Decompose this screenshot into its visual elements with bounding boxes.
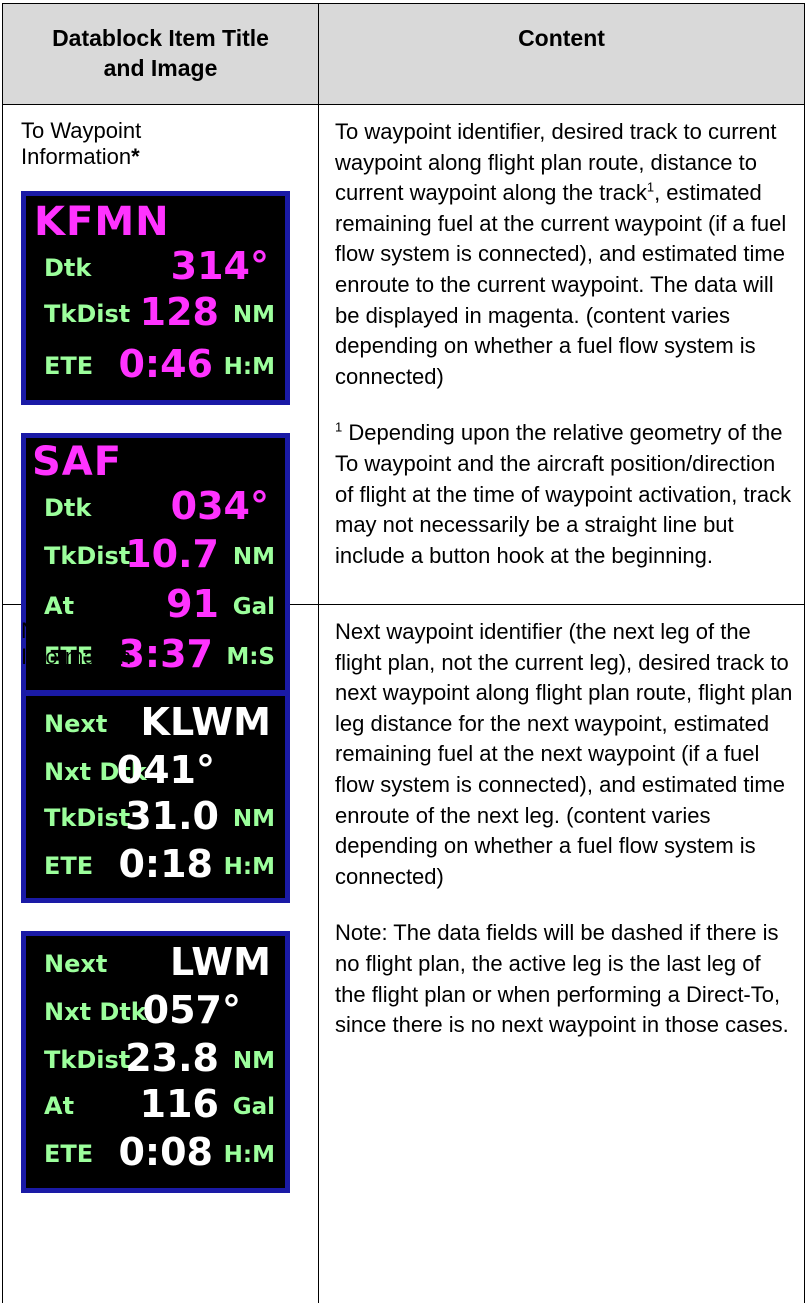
ete-row: ETE 0:46 H:M: [36, 344, 275, 384]
dist-value: 31.0: [125, 794, 219, 838]
dist-unit: NM: [232, 544, 275, 570]
next-row: Next LWM: [36, 942, 275, 982]
dist-value: 23.8: [125, 1036, 219, 1080]
dtk-row: Dtk 034°: [36, 486, 275, 526]
to-waypoint-datablock-1: KFMN Dtk 314° TkDist 128 NM ETE 0:46 H:M: [21, 191, 290, 405]
dist-label: TkDist: [44, 1046, 131, 1074]
next-waypoint-datablock-2: Next LWM Nxt Dtk 057° TkDist 23.8 NM At …: [21, 931, 290, 1193]
header-title-column: Datablock Item Title and Image: [3, 23, 318, 83]
table-border-right: [804, 3, 805, 1303]
waypoint-ident: KFMN: [34, 199, 170, 245]
dist-unit: NM: [232, 302, 275, 328]
ete-unit: H:M: [223, 354, 275, 380]
row2-content: Next waypoint identifier (the next leg o…: [335, 617, 795, 1041]
dtk-row: Dtk 314°: [36, 246, 275, 286]
header-content-column: Content: [518, 25, 605, 51]
dtk-value: 314°: [170, 244, 269, 288]
dist-unit: NM: [232, 806, 275, 832]
header-col1-line1: Datablock Item Title: [52, 25, 269, 51]
dtk-label: Nxt Dtk: [44, 998, 147, 1026]
dist-value: 10.7: [125, 532, 219, 576]
ete-unit: M:S: [226, 644, 275, 670]
row1-footnote: 1 Depending upon the relative geometry o…: [335, 420, 792, 568]
next-waypoint-datablock-1: Next KLWM Nxt Dtk 041° TkDist 31.0 NM ET…: [21, 691, 290, 903]
ete-unit: H:M: [223, 1142, 275, 1168]
dist-row: TkDist 128 NM: [36, 292, 275, 332]
row2-title: Next Waypoint Information: [21, 618, 163, 670]
dtk-value: 057°: [142, 988, 241, 1032]
row1-title-line2: Information*: [21, 144, 140, 169]
fuel-label: At: [44, 1092, 75, 1120]
row1-title: To Waypoint Information*: [21, 118, 141, 170]
row1-description: To waypoint identifier, desired track to…: [335, 119, 787, 389]
row2-note: Note: The data fields will be dashed if …: [335, 920, 789, 1038]
ete-label: ETE: [44, 852, 94, 880]
dtk-value: 041°: [116, 748, 215, 792]
row1-content: To waypoint identifier, desired track to…: [335, 117, 795, 571]
ete-row: ETE 0:18 H:M: [36, 844, 275, 884]
fuel-row: At 116 Gal: [36, 1084, 275, 1124]
fuel-value: 91: [166, 582, 219, 626]
dist-unit: NM: [232, 1048, 275, 1074]
dist-label: TkDist: [44, 804, 131, 832]
dist-row: TkDist 10.7 NM: [36, 534, 275, 574]
dist-label: TkDist: [44, 300, 131, 328]
row2-title-line2: Information: [21, 644, 132, 669]
next-label: Next: [44, 710, 108, 738]
next-label: Next: [44, 950, 108, 978]
footnote-ref: 1: [646, 179, 655, 195]
asterisk-mark: *: [131, 144, 140, 169]
datablock-table: Datablock Item Title and Image Content T…: [2, 3, 805, 1303]
dist-value: 128: [139, 290, 219, 334]
dtk-row: Nxt Dtk 057°: [36, 990, 275, 1030]
row2-description: Next waypoint identifier (the next leg o…: [335, 619, 793, 889]
ete-unit: H:M: [223, 854, 275, 880]
ete-label: ETE: [44, 1140, 94, 1168]
dist-row: TkDist 31.0 NM: [36, 796, 275, 836]
dtk-row: Nxt Dtk 041°: [36, 750, 275, 790]
dist-row: TkDist 23.8 NM: [36, 1038, 275, 1078]
next-ident: KLWM: [140, 700, 271, 744]
ete-value: 0:18: [118, 842, 213, 886]
fuel-unit: Gal: [232, 594, 275, 620]
header-divider: [2, 104, 805, 105]
table-border-left: [2, 3, 3, 1303]
dtk-label: Dtk: [44, 254, 92, 282]
ete-row: ETE 0:08 H:M: [36, 1132, 275, 1172]
table-border-top: [2, 3, 805, 4]
fuel-value: 116: [139, 1082, 219, 1126]
fuel-label: At: [44, 592, 75, 620]
header-col1-line2: and Image: [103, 55, 218, 81]
next-ident: LWM: [170, 940, 271, 984]
row2-title-line1: Next Waypoint: [21, 618, 164, 643]
next-row: Next KLWM: [36, 702, 275, 742]
column-divider: [318, 3, 319, 1303]
row1-title-line1: To Waypoint: [21, 118, 142, 143]
dtk-label: Dtk: [44, 494, 92, 522]
fuel-unit: Gal: [232, 1094, 275, 1120]
ete-value: 0:08: [118, 1130, 213, 1174]
waypoint-ident: SAF: [32, 439, 123, 485]
ete-label: ETE: [44, 352, 94, 380]
ete-value: 0:46: [118, 342, 213, 386]
dist-label: TkDist: [44, 542, 131, 570]
dtk-value: 034°: [170, 484, 269, 528]
